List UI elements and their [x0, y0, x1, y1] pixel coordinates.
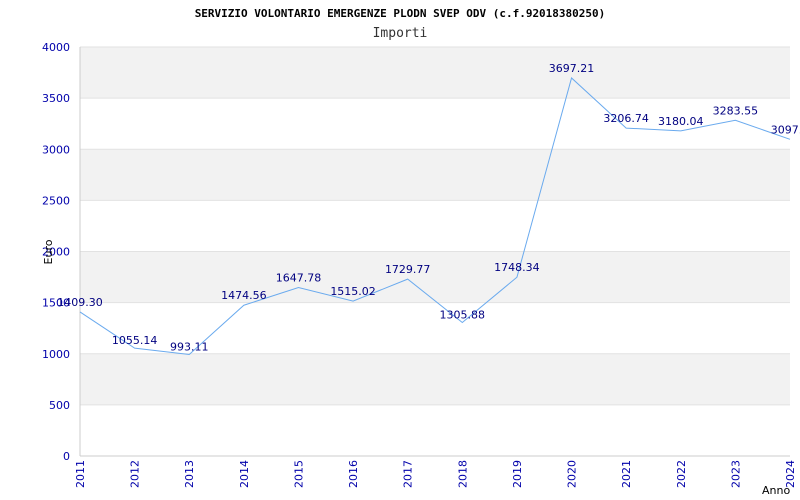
chart-subtitle: Importi	[373, 26, 428, 41]
y-tick-label: 1000	[42, 348, 70, 361]
x-tick-label: 2015	[292, 460, 305, 488]
plot-band	[80, 200, 790, 252]
data-label: 1409.30	[57, 296, 103, 309]
data-label: 1474.56	[221, 289, 267, 302]
data-label: 1515.02	[330, 285, 376, 298]
data-label: 3697.21	[549, 62, 595, 75]
data-label: 1748.34	[494, 261, 540, 274]
y-tick-label: 3500	[42, 92, 70, 105]
data-label: 3180.04	[658, 115, 704, 128]
chart-title: SERVIZIO VOLONTARIO EMERGENZE PLODN SVEP…	[195, 7, 606, 20]
x-tick-label: 2020	[566, 460, 579, 488]
x-tick-label: 2023	[729, 460, 742, 488]
x-tick-label: 2014	[238, 460, 251, 488]
data-label: 3097.3	[771, 123, 800, 136]
data-label: 3206.74	[603, 112, 649, 125]
x-tick-label: 2022	[675, 460, 688, 488]
data-label: 1647.78	[276, 272, 322, 285]
x-tick-labels: 2011 2012 2013 2014 2015 2016 2017 2018 2019 2020…	[74, 460, 797, 488]
data-label: 1305.88	[440, 308, 486, 321]
plot-band	[80, 251, 790, 303]
data-label: 1729.77	[385, 263, 431, 276]
plot-band	[80, 149, 790, 201]
x-tick-label: 2018	[456, 460, 469, 488]
plot-band	[80, 47, 790, 99]
plot-band	[80, 353, 790, 405]
x-axis-label: Anno	[762, 484, 790, 497]
y-tick-label: 0	[63, 450, 70, 463]
x-tick-label: 2011	[74, 460, 87, 488]
y-tick-label: 4000	[42, 41, 70, 54]
y-axis-label: Euro	[42, 239, 55, 264]
x-tick-label: 2012	[129, 460, 142, 488]
data-label: 3283.55	[713, 104, 759, 117]
x-tick-label: 2013	[183, 460, 196, 488]
y-tick-label: 500	[49, 399, 70, 412]
x-tick-label: 2016	[347, 460, 360, 488]
line-chart: SERVIZIO VOLONTARIO EMERGENZE PLODN SVEP…	[42, 7, 800, 497]
x-tick-label: 2017	[402, 460, 415, 488]
y-tick-label: 3000	[42, 143, 70, 156]
plot-band	[80, 404, 790, 456]
data-label: 1055.14	[112, 334, 158, 347]
x-tick-label: 2021	[620, 460, 633, 488]
y-tick-label: 2500	[42, 194, 70, 207]
x-tick-label: 2019	[511, 460, 524, 488]
data-label: 993.11	[170, 340, 209, 353]
